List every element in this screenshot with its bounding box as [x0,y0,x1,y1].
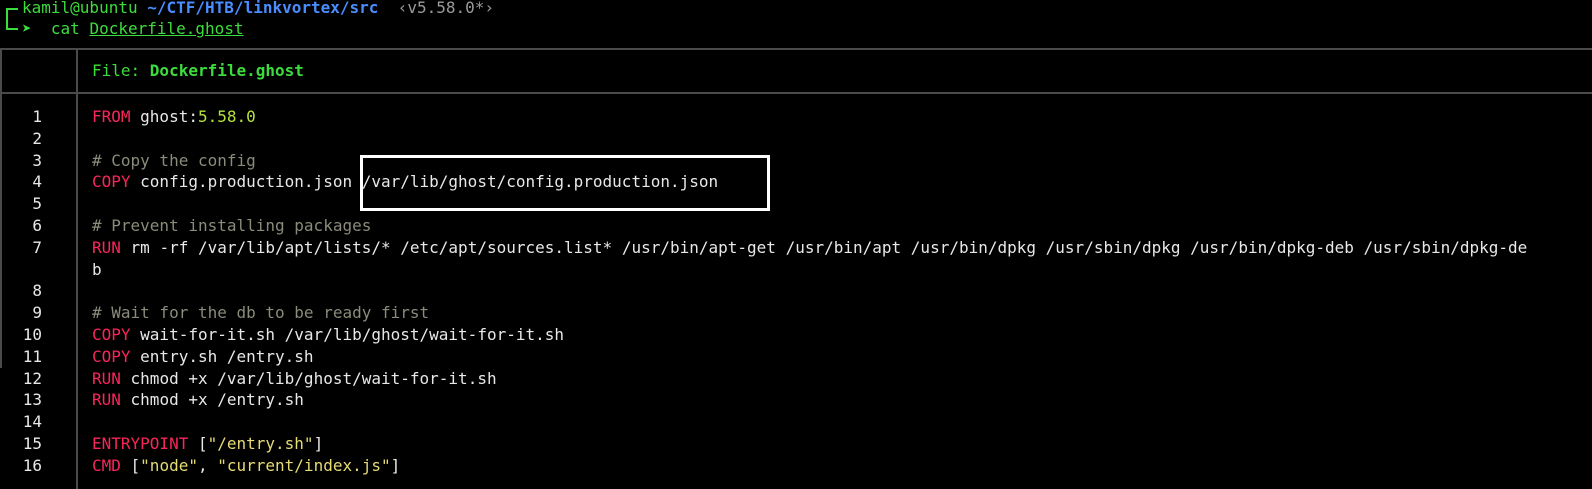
line-number: 14 [22,412,42,432]
line-source: RUN chmod +x /var/lib/ghost/wait-for-it.… [92,368,497,390]
string-literal: "current/index.js" [217,455,391,475]
line-source: COPY entry.sh /entry.sh [92,346,314,368]
code-line: 13 RUN chmod +x /entry.sh [0,389,1592,411]
code-text: rm -rf /var/lib/apt/lists/* /etc/apt/sou… [120,237,1528,257]
code-text: , [197,455,218,475]
keyword: RUN [92,368,121,388]
header-rule [0,92,1592,94]
line-source: COPY wait-for-it.sh /var/lib/ghost/wait-… [92,324,564,346]
line-number: 10 [22,324,42,344]
line-number: 4 [32,172,42,192]
prompt-user-host: kamil@ubuntu [22,0,138,17]
keyword: RUN [92,390,121,410]
prompt-bracket [6,8,18,30]
prompt-path: ~/CTF/HTB/linkvortex/src [147,0,379,17]
line-number: 6 [32,215,42,235]
code-text: ] [390,455,401,475]
line-number: 11 [22,346,42,366]
line-source: b [92,259,102,281]
keyword: RUN [92,237,121,257]
line-number: 3 [32,150,42,170]
file-viewer: File: Dockerfile.ghost 1 FROM ghost:5.58.… [0,48,1592,489]
line-source: RUN rm -rf /var/lib/apt/lists/* /etc/apt… [92,237,1527,259]
line-number: 2 [32,128,42,148]
line-number: 7 [32,237,42,257]
line-source: # Copy the config [92,150,256,172]
line-source: FROM ghost:5.58.0 [92,106,256,128]
file-header-name: Dockerfile.ghost [149,61,304,80]
line-number: 13 [22,390,42,410]
code-text: wait-for-it.sh /var/lib/ghost/wait-for-i… [130,324,565,344]
line-source: CMD ["node", "current/index.js"] [92,455,400,477]
top-rule [0,48,1592,50]
prompt-argument[interactable]: Dockerfile.ghost [89,19,243,38]
code-line: 9 # Wait for the db to be ready first [0,302,1592,324]
line-number: 8 [32,281,42,301]
code-text: config.production.json /var/lib/ghost/co… [130,172,719,192]
code-line: 6 # Prevent installing packages [0,215,1592,237]
line-source: # Wait for the db to be ready first [92,302,429,324]
comment: # Copy the config [92,150,256,170]
code-text: b [92,259,102,279]
keyword: ENTRYPOINT [92,433,189,453]
code-line: 11 COPY entry.sh /entry.sh [0,346,1592,368]
keyword: COPY [92,172,131,192]
string-literal: "node" [140,455,198,475]
line-source: ENTRYPOINT ["/entry.sh"] [92,433,323,455]
line-number: 5 [32,194,42,214]
prompt-arrow-icon: ➤ [22,19,32,38]
line-number: 15 [22,433,42,453]
version-literal: 5.58.0 [197,107,256,126]
code-line: 4 COPY config.production.json /var/lib/gh… [0,171,1592,193]
keyword: COPY [92,346,131,366]
string-literal: "/entry.sh" [207,433,314,453]
file-header: File: Dockerfile.ghost [92,60,304,82]
code-listing: 1 FROM ghost:5.58.0 2 3 # Copy the config 4 CO… [0,106,1592,477]
code-line: 1 FROM ghost:5.58.0 [0,106,1592,128]
line-source: RUN chmod +x /entry.sh [92,389,304,411]
file-header-label: File: [92,61,150,80]
keyword: COPY [92,324,131,344]
code-line: 5 [0,193,1592,215]
shell-prompt: kamil@ubuntu ~/CTF/HTB/linkvortex/src ‹v… [0,0,1592,48]
line-source: COPY config.production.json /var/lib/gho… [92,171,718,193]
code-line: 14 [0,411,1592,433]
line-number: 12 [22,368,42,388]
prompt-header: kamil@ubuntu ~/CTF/HTB/linkvortex/src ‹v… [22,0,494,18]
code-line: 12 RUN chmod +x /var/lib/ghost/wait-for-i… [0,368,1592,390]
code-line: 8 [0,280,1592,302]
code-line: b [0,259,1592,281]
code-line: 10 COPY wait-for-it.sh /var/lib/ghost/wai… [0,324,1592,346]
line-number: 9 [32,303,42,323]
code-text: entry.sh /entry.sh [130,346,314,366]
code-line: 7 RUN rm -rf /var/lib/apt/lists/* /etc/ap… [0,237,1592,259]
comment: # Wait for the db to be ready first [92,303,430,323]
prompt-git-branch: ‹v5.58.0*› [397,0,495,17]
line-number: 16 [22,455,42,475]
code-text: chmod +x /var/lib/ghost/wait-for-it.sh [120,368,497,388]
comment: # Prevent installing packages [92,215,372,235]
line-number: 1 [32,107,42,126]
code-text: [ [120,455,141,475]
code-line: 3 # Copy the config [0,150,1592,172]
code-text: ] [313,433,324,453]
line-source: # Prevent installing packages [92,215,371,237]
code-text: chmod +x /entry.sh [120,390,304,410]
code-line: 16 CMD ["node", "current/index.js"] [0,455,1592,477]
code-line: 2 [0,128,1592,150]
code-text: [ [188,433,208,453]
prompt-command: cat [50,19,80,38]
code-line: 15 ENTRYPOINT ["/entry.sh"] [0,433,1592,455]
prompt-command-line: ➤ cat Dockerfile.ghost [22,19,244,39]
code-text: ghost: [130,107,198,126]
keyword: FROM [92,107,131,126]
keyword: CMD [92,455,121,475]
